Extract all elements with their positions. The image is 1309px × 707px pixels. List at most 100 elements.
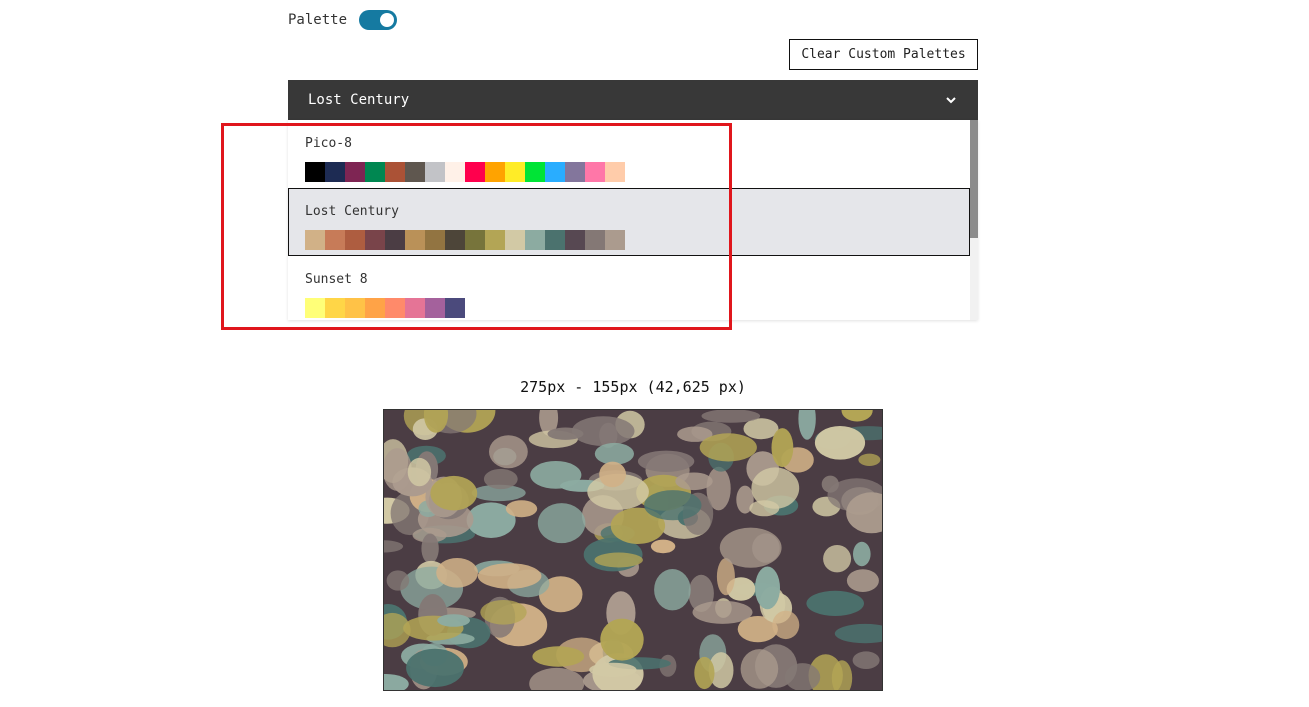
pebble-shape [547,427,584,440]
color-swatch [485,230,505,250]
pebble-shape [406,648,464,688]
color-swatch [305,230,325,250]
pebble-shape [437,614,470,627]
color-swatch [585,230,605,250]
pebble-shape [755,566,780,610]
color-swatch [365,230,385,250]
color-swatch [365,298,385,318]
palette-option-pico-8[interactable]: Pico-8 [288,120,970,188]
color-swatch [465,162,485,182]
chevron-down-icon [946,97,956,104]
pebble-shape [477,563,542,589]
color-swatch [385,230,405,250]
palette-option-name: Lost Century [305,204,399,219]
pebble-shape [386,570,410,591]
pebble-shape [772,610,800,640]
scrollbar-thumb[interactable] [970,120,978,238]
color-swatch [505,162,525,182]
color-swatch [385,298,405,318]
palette-option-sunset-8[interactable]: Sunset 8 [288,256,970,320]
palette-option-name: Pico-8 [305,136,352,151]
pebble-shape [784,663,821,690]
color-swatch [585,162,605,182]
image-dimensions-text: 275px - 155px (42,625 px) [520,378,746,396]
pebble-shape [719,527,782,568]
pebble-shape [740,649,779,689]
pebbles-image [384,410,882,690]
pebble-shape [694,656,715,690]
color-swatch [605,162,625,182]
color-swatch [425,298,445,318]
palette-option-name: Sunset 8 [305,272,368,287]
palette-toggle-label: Palette [288,12,348,28]
pebble-shape [675,472,713,491]
pebble-shape [806,590,864,616]
color-swatch [445,230,465,250]
color-swatch [605,230,625,250]
palette-option-lost-century[interactable]: Lost Century [288,188,970,256]
pebble-shape [853,541,871,567]
color-swatch [405,298,425,318]
color-swatch [325,162,345,182]
color-swatch [425,230,445,250]
color-swatch [405,230,425,250]
pebble-shape [436,558,478,588]
pebble-shape [589,662,637,678]
pebble-shape [480,600,527,625]
color-swatch [305,162,325,182]
pebble-shape [858,453,881,466]
color-swatch [345,298,365,318]
pebble-shape [384,448,412,491]
color-swatch [385,162,405,182]
pebble-shape [600,618,644,661]
pebble-shape [823,545,852,573]
pebble-shape [505,500,538,518]
toggle-knob [380,13,395,27]
pixelated-image-preview [383,409,883,691]
color-swatch [545,162,565,182]
color-swatch [525,230,545,250]
pebble-shape [699,433,757,462]
pebble-shape [537,503,586,544]
pebble-shape [852,651,880,669]
color-swatch [325,298,345,318]
color-swatch [305,298,325,318]
color-swatch [345,162,365,182]
pebble-shape [771,428,794,468]
pebble-shape [594,442,634,465]
palette-page: Palette Clear Custom Palettes Lost Centu… [0,0,1309,707]
color-swatch [445,298,465,318]
pebble-shape [644,490,702,521]
palette-dropdown[interactable]: Lost Century [288,80,978,120]
pebble-shape [430,475,478,511]
pebble-shape [532,646,585,667]
palette-toggle-switch[interactable] [359,10,398,30]
palette-swatches [305,298,465,318]
pebble-shape [483,468,518,490]
palette-swatches [305,162,625,182]
color-swatch [545,230,565,250]
color-swatch [565,162,585,182]
color-swatch [565,230,585,250]
color-swatch [465,230,485,250]
palette-options-list: Pico-8 Lost Century Sunset 8 [288,120,978,320]
list-scrollbar[interactable] [970,120,978,320]
palette-toggle-row: Palette [288,10,398,30]
clear-custom-palettes-button[interactable]: Clear Custom Palettes [789,39,978,70]
pebble-shape [407,457,432,487]
color-swatch [365,162,385,182]
pebble-shape [421,533,439,564]
color-swatch [485,162,505,182]
color-swatch [425,162,445,182]
pebble-shape [599,461,626,488]
palette-swatches [305,230,625,250]
color-swatch [345,230,365,250]
palette-dropdown-selected: Lost Century [308,92,410,108]
color-swatch [445,162,465,182]
color-swatch [525,162,545,182]
pebble-shape [594,552,643,568]
color-swatch [405,162,425,182]
color-swatch [505,230,525,250]
pebble-shape [654,569,691,611]
pebble-shape [846,569,879,592]
